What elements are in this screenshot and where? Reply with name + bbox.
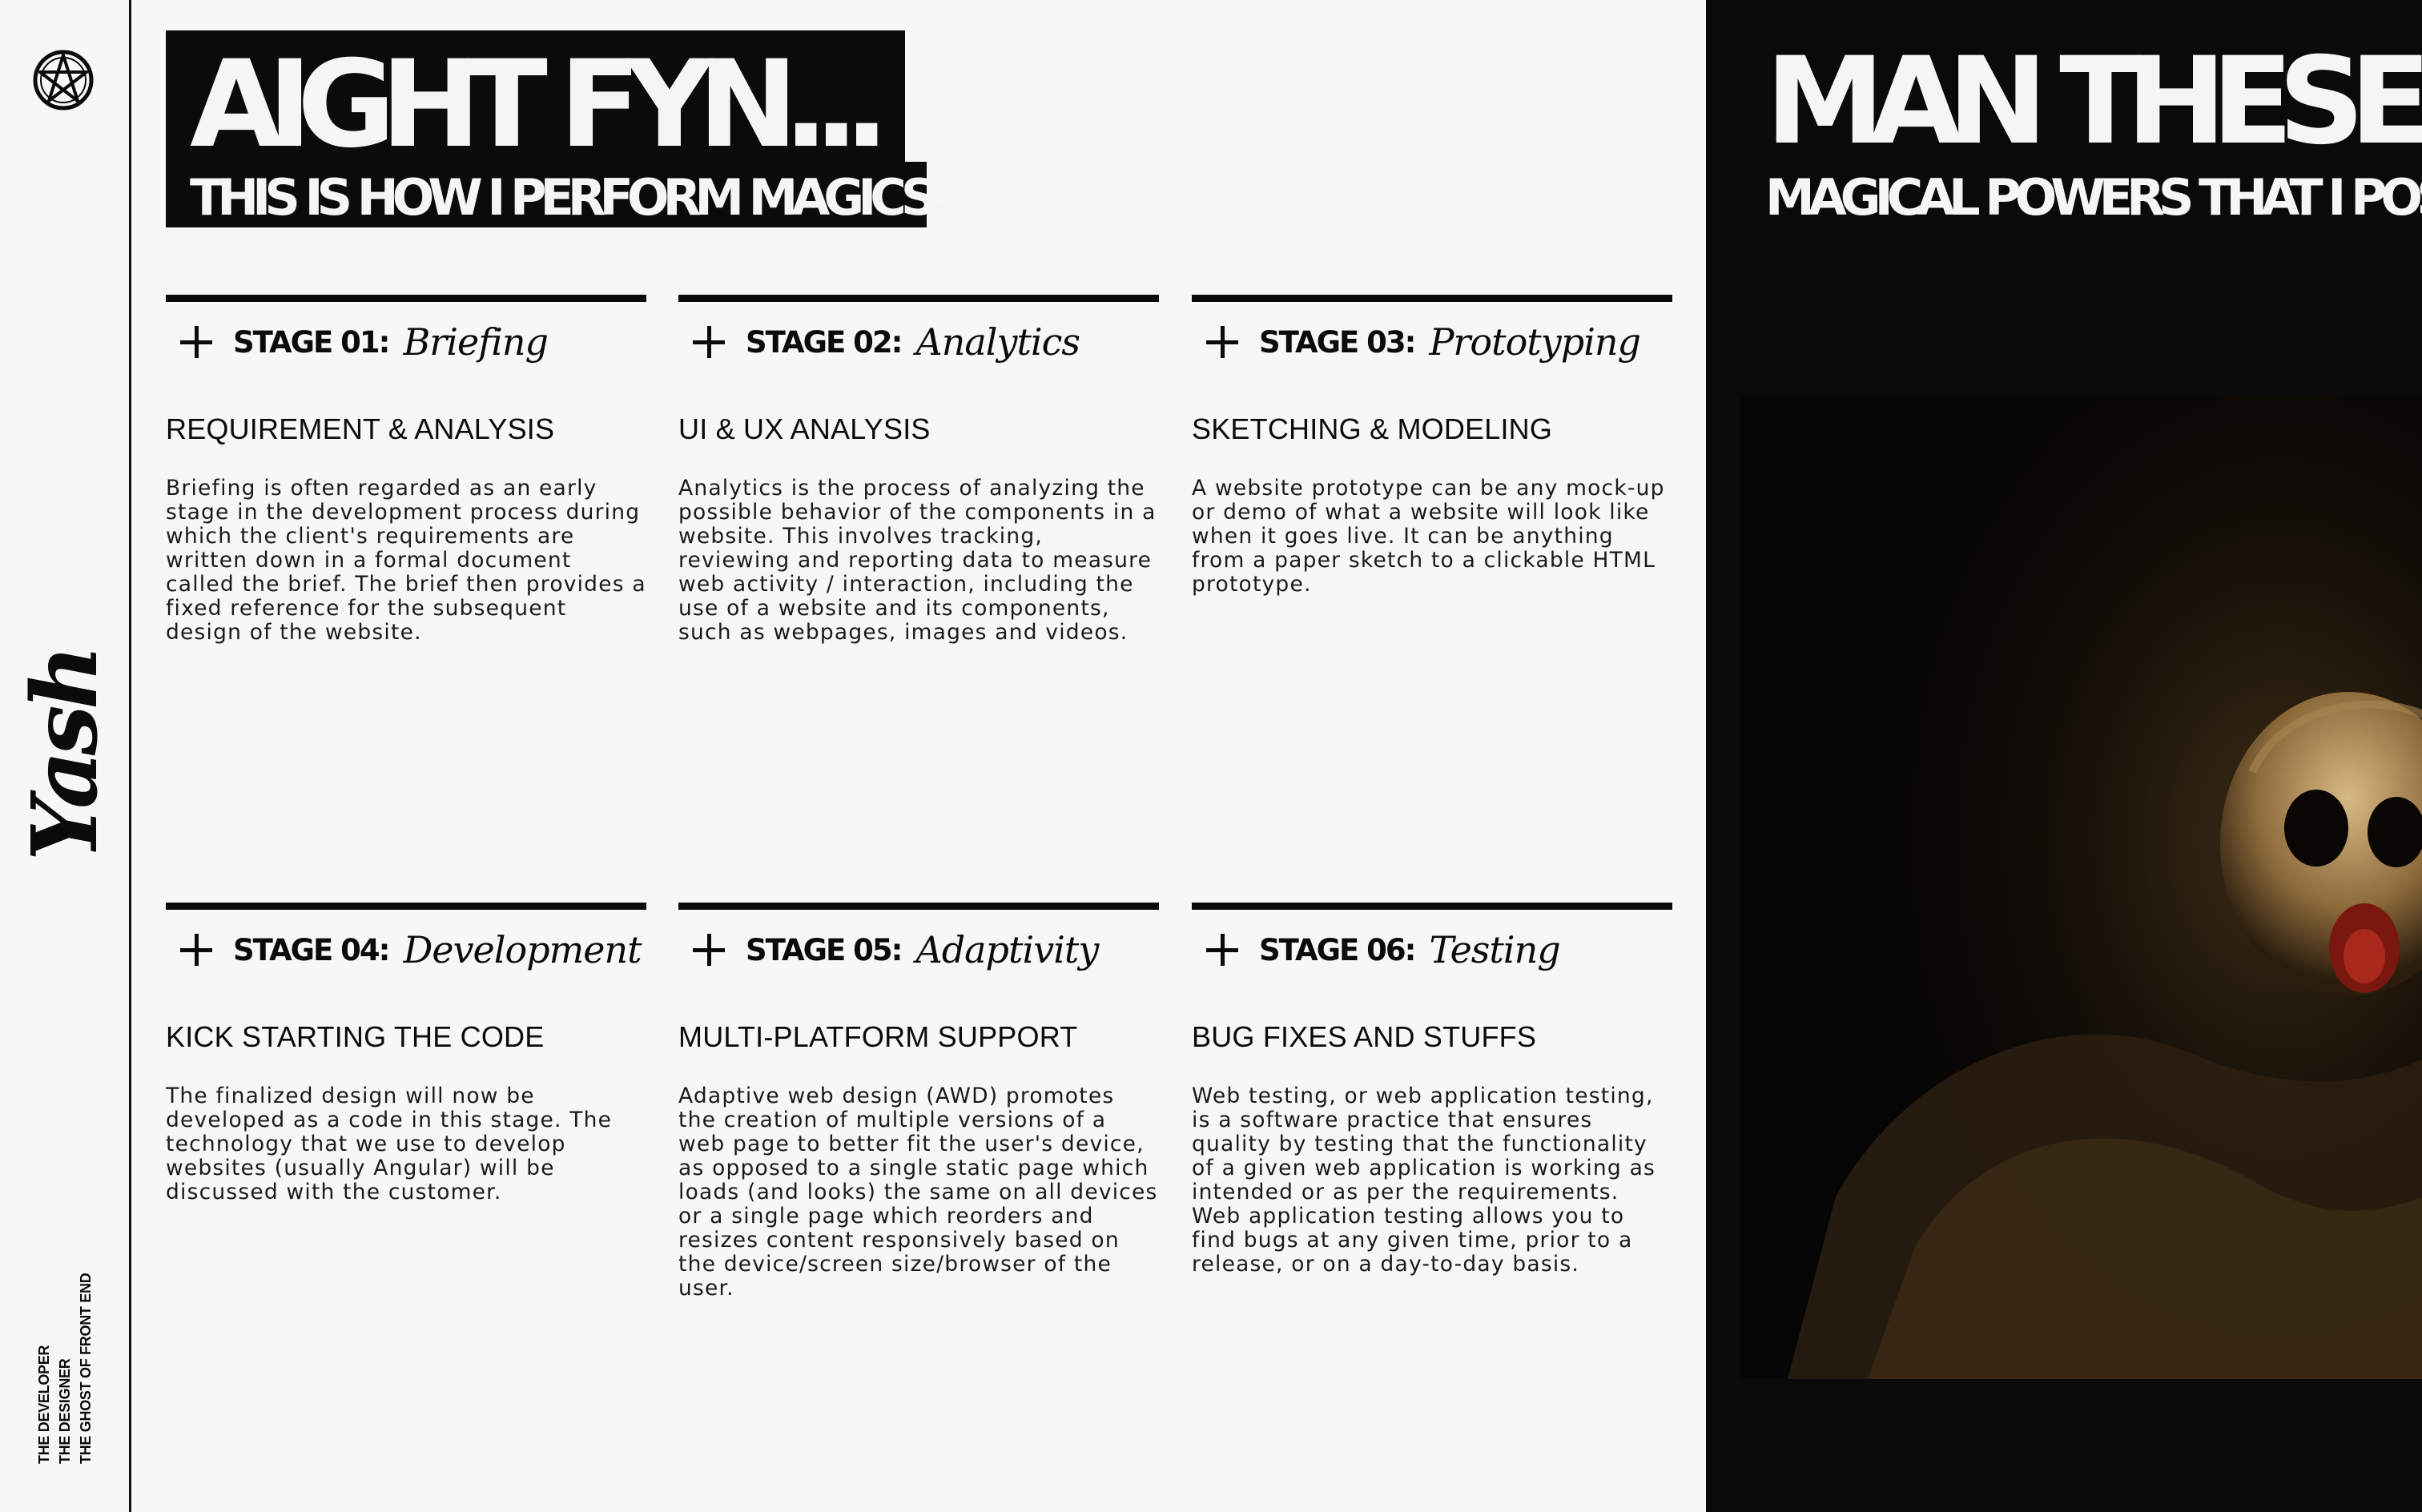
stage-card: STAGE 02: Analytics UI & UX ANALYSIS Ana…: [678, 295, 1159, 645]
plus-icon[interactable]: [693, 326, 725, 358]
stage-card: STAGE 01: Briefing REQUIREMENT & ANALYSI…: [166, 295, 646, 645]
tagline-designer: THE DESIGNER: [57, 1358, 73, 1464]
stage-header[interactable]: STAGE 05: Adaptivity: [678, 910, 1159, 990]
stage-number: STAGE 05:: [746, 932, 903, 967]
section-heading: AIGHT FYN... THIS IS HOW I PERFORM MAGIC…: [166, 30, 949, 227]
plus-icon[interactable]: [180, 326, 212, 358]
stage-description: Web testing, or web application testing,…: [1192, 1084, 1656, 1277]
stage-description: Adaptive web design (AWD) promotes the c…: [678, 1084, 1158, 1301]
stage-header[interactable]: STAGE 03: Prototyping: [1192, 302, 1672, 382]
stage-description: The finalized design will now be develop…: [166, 1084, 613, 1204]
plus-icon[interactable]: [180, 934, 212, 966]
stage-card: STAGE 05: Adaptivity MULTI-PLATFORM SUPP…: [678, 903, 1159, 1301]
next-section-title: MAN THESE: [1765, 32, 2422, 171]
stage-number: STAGE 04:: [233, 932, 390, 967]
stage-header[interactable]: STAGE 01: Briefing: [166, 302, 646, 382]
stage-card: STAGE 06: Testing BUG FIXES AND STUFFS W…: [1192, 903, 1672, 1277]
stage-heading: REQUIREMENT & ANALYSIS: [166, 412, 555, 445]
stage-heading: UI & UX ANALYSIS: [678, 412, 931, 445]
dark-panel: MAN THESE MAGICAL POWERS THAT I POS: [1706, 0, 2422, 1512]
stage-card: STAGE 04: Development KICK STARTING THE …: [166, 903, 646, 1204]
stage-script-title: Analytics: [915, 320, 1080, 364]
pentagram-icon[interactable]: [31, 48, 95, 112]
stage-number: STAGE 03:: [1259, 324, 1416, 360]
stage-header[interactable]: STAGE 04: Development: [166, 910, 646, 990]
skull-photo: [1740, 396, 2422, 1379]
signature-logo[interactable]: Yash: [13, 649, 118, 861]
tagline-developer: THE DEVELOPER: [36, 1345, 52, 1464]
stage-header[interactable]: STAGE 02: Analytics: [678, 302, 1159, 382]
stage-description: A website prototype can be any mock-up o…: [1192, 476, 1665, 597]
next-section-subtitle: MAGICAL POWERS THAT I POS: [1765, 168, 2422, 227]
stage-number: STAGE 02:: [746, 324, 903, 360]
stage-description: Analytics is the process of analyzing th…: [678, 476, 1157, 645]
stage-heading: KICK STARTING THE CODE: [166, 1020, 545, 1053]
page-title: AIGHT FYN...: [166, 30, 905, 165]
stage-number: STAGE 06:: [1259, 932, 1416, 967]
stage-script-title: Prototyping: [1429, 320, 1641, 364]
stage-header[interactable]: STAGE 06: Testing: [1192, 910, 1672, 990]
page-subtitle: THIS IS HOW I PERFORM MAGICS.: [166, 162, 949, 227]
stage-heading: MULTI-PLATFORM SUPPORT: [678, 1020, 1078, 1053]
stage-script-title: Development: [403, 928, 642, 971]
side-rail: Yash THE DEVELOPER THE DESIGNER THE GHOS…: [0, 0, 131, 1512]
rail-tagline: THE DEVELOPER THE DESIGNER THE GHOST OF …: [34, 1232, 101, 1464]
plus-icon[interactable]: [1206, 326, 1238, 358]
stage-heading: BUG FIXES AND STUFFS: [1192, 1020, 1537, 1053]
skull-illustration: [1740, 396, 2422, 1379]
stage-script-title: Testing: [1429, 928, 1560, 971]
stage-script-title: Briefing: [403, 320, 549, 364]
plus-icon[interactable]: [693, 934, 725, 966]
stage-description: Briefing is often regarded as an early s…: [166, 476, 646, 645]
tagline-ghost: THE GHOST OF FRONT END: [78, 1273, 94, 1464]
plus-icon[interactable]: [1206, 934, 1238, 966]
stage-number: STAGE 01:: [233, 324, 390, 360]
stage-card: STAGE 03: Prototyping SKETCHING & MODELI…: [1192, 295, 1672, 597]
stage-script-title: Adaptivity: [915, 928, 1099, 971]
stage-heading: SKETCHING & MODELING: [1192, 412, 1553, 445]
